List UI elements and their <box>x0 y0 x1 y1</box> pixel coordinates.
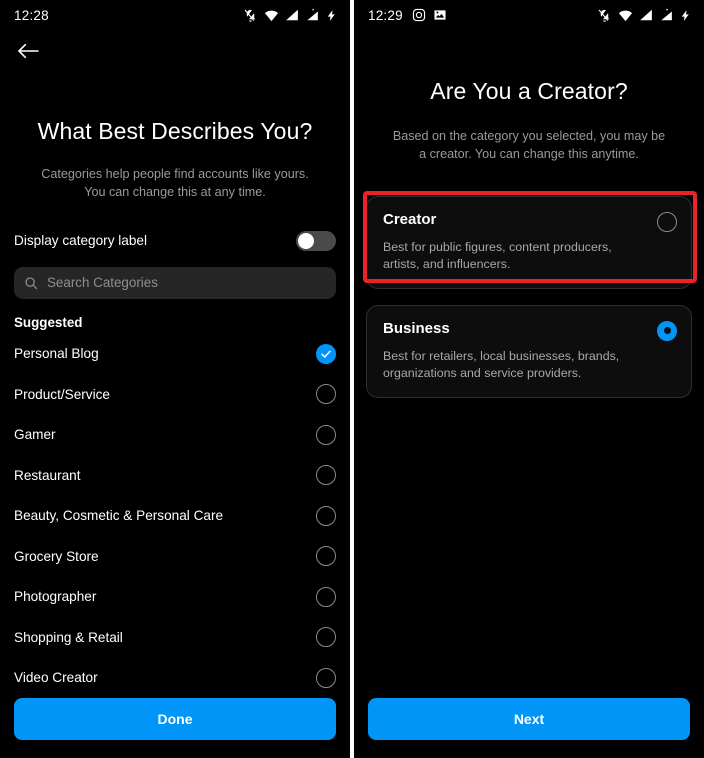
category-radio[interactable] <box>316 546 336 567</box>
list-item[interactable]: Beauty, Cosmetic & Personal Care <box>0 496 350 537</box>
done-button[interactable]: Done <box>14 698 336 740</box>
category-list: Personal Blog Product/Service Gamer Rest… <box>0 334 350 699</box>
signal-icon <box>640 9 652 21</box>
instagram-icon <box>412 8 425 22</box>
category-radio[interactable] <box>316 424 336 445</box>
display-category-label-row[interactable]: Display category label <box>0 224 350 258</box>
list-item[interactable]: Gamer <box>0 415 350 456</box>
left-cta-container: Done <box>0 688 350 758</box>
signal-icon <box>286 9 298 21</box>
status-bar-clock: 12:29 <box>368 7 403 23</box>
list-item[interactable]: Product/Service <box>0 374 350 415</box>
page-title: What Best Describes You? <box>37 118 313 144</box>
category-label: Restaurant <box>14 467 81 483</box>
business-card-title: Business <box>383 319 450 337</box>
business-radio-selected[interactable] <box>657 320 677 341</box>
business-card-description: Best for retailers, local businesses, br… <box>383 348 620 381</box>
category-label: Shopping & Retail <box>14 629 123 645</box>
creator-card[interactable]: Creator Best for public figures, content… <box>366 195 692 289</box>
creator-card-header: Creator <box>383 211 677 232</box>
business-card[interactable]: Business Best for retailers, local busin… <box>366 304 692 398</box>
status-bar-notification-icons <box>412 8 447 22</box>
business-card-header: Business <box>383 320 677 341</box>
bell-off-icon <box>598 9 610 22</box>
category-radio[interactable] <box>316 586 336 607</box>
category-radio[interactable] <box>316 505 336 526</box>
next-button[interactable]: Next <box>368 698 690 740</box>
status-bar-clock: 12:28 <box>14 7 49 23</box>
category-label: Gamer <box>14 427 56 443</box>
category-label: Photographer <box>14 589 97 605</box>
list-item[interactable]: Grocery Store <box>0 536 350 577</box>
image-icon <box>434 10 446 20</box>
radio-inner-dot <box>663 327 671 335</box>
list-item[interactable]: Restaurant <box>0 455 350 496</box>
search-input[interactable]: Search Categories <box>14 266 336 299</box>
signal-no-sim-icon <box>307 8 318 21</box>
category-label: Personal Blog <box>14 346 99 362</box>
creator-radio[interactable] <box>657 211 677 232</box>
charging-bolt-icon <box>327 9 335 21</box>
list-item[interactable]: Photographer <box>0 577 350 618</box>
creator-card-title: Creator <box>383 210 437 228</box>
category-radio[interactable] <box>316 627 336 648</box>
toggle-knob <box>298 232 314 249</box>
back-button[interactable] <box>14 37 42 65</box>
display-category-label-text: Display category label <box>14 233 147 248</box>
search-icon <box>25 276 38 289</box>
category-label: Beauty, Cosmetic & Personal Care <box>14 508 224 524</box>
wifi-icon <box>618 10 633 21</box>
right-cta-container: Next <box>354 688 704 758</box>
status-bar-right-icons <box>597 8 692 23</box>
signal-no-sim-icon <box>661 8 672 21</box>
back-arrow-icon <box>18 43 39 59</box>
list-item[interactable]: Shopping & Retail <box>0 617 350 658</box>
suggested-section-header: Suggested <box>14 314 83 330</box>
left-top-bar <box>0 30 350 72</box>
page-subtitle: Based on the category you selected, you … <box>392 129 666 162</box>
category-radio[interactable] <box>316 384 336 405</box>
category-radio[interactable] <box>316 465 336 486</box>
search-container: Search Categories <box>0 266 350 299</box>
category-label: Product/Service <box>14 386 110 402</box>
category-label: Video Creator <box>14 670 98 686</box>
list-item[interactable]: Personal Blog <box>0 334 350 375</box>
check-icon <box>321 350 331 358</box>
account-type-cards: Creator Best for public figures, content… <box>354 195 704 398</box>
left-phone-screen: 12:28 What Best Describes You? Categorie… <box>0 0 350 758</box>
page-subtitle: Categories help people find accounts lik… <box>41 167 309 200</box>
bell-off-icon <box>244 9 256 22</box>
dual-screenshot-container: 12:28 What Best Describes You? Categorie… <box>0 0 704 758</box>
creator-card-description: Best for public figures, content produce… <box>383 239 612 272</box>
category-radio-selected[interactable] <box>316 343 336 364</box>
category-label: Grocery Store <box>14 548 99 564</box>
display-category-label-toggle[interactable] <box>296 230 336 251</box>
status-bar-right-icons <box>243 8 338 23</box>
search-placeholder: Search Categories <box>47 275 158 290</box>
page-title: Are You a Creator? <box>430 78 628 104</box>
wifi-icon <box>264 10 279 21</box>
category-radio[interactable] <box>316 667 336 688</box>
left-status-bar: 12:28 <box>0 0 350 30</box>
right-phone-screen: 12:29 Are You a Creator? Based on the ca… <box>354 0 704 758</box>
right-status-bar: 12:29 <box>354 0 704 30</box>
charging-bolt-icon <box>681 9 689 21</box>
